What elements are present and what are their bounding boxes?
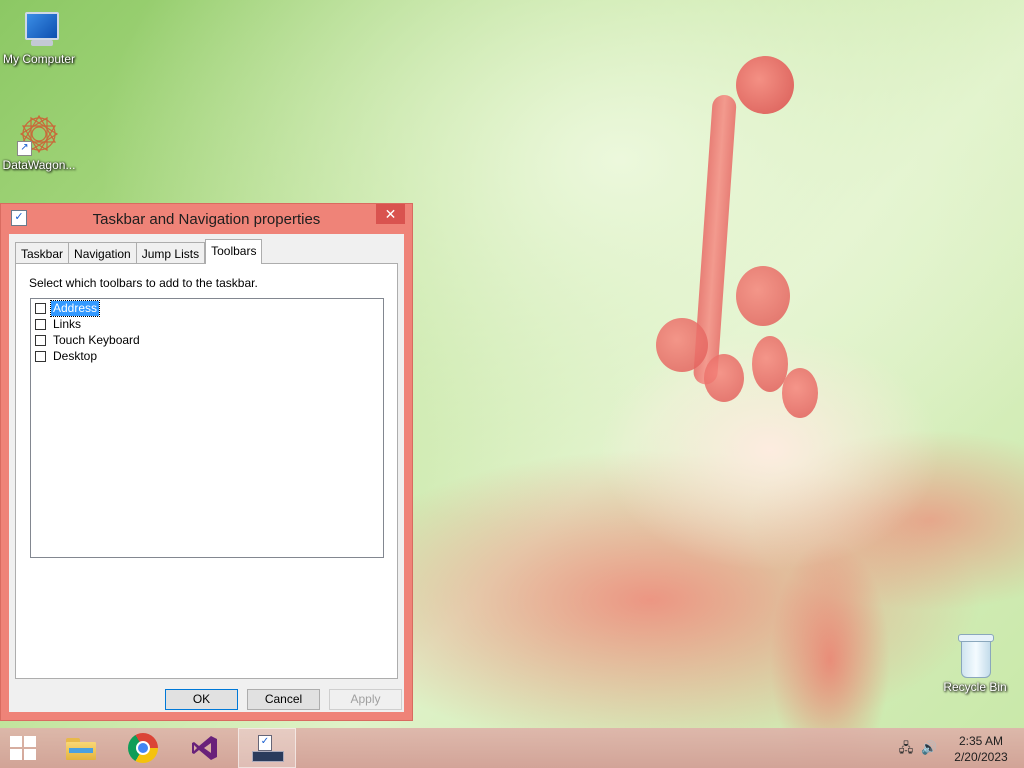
desktop-icon-datawagon[interactable]: ↗ DataWagon... [0,112,78,172]
wallpaper-flower-anther [704,354,744,402]
list-item-label: Desktop [53,348,98,363]
close-button[interactable]: ✕ [376,204,405,224]
toolbar-checkbox-address[interactable] [35,302,46,314]
windows-logo-icon[interactable] [10,736,36,760]
desktop-icon-label: My Computer [2,52,76,66]
shortcut-arrow-icon: ↗ [17,141,32,156]
control-panel-icon: ✓ [252,735,284,762]
dialog-titlebar[interactable]: ✓ Taskbar and Navigation properties ✕ [1,204,412,234]
taskbar-file-explorer[interactable] [52,728,110,768]
desktop-icon-label: DataWagon... [2,158,76,172]
tab-toolbars[interactable]: Toolbars [205,239,263,264]
recycle-bin-icon [955,632,995,678]
list-item-label: Touch Keyboard [53,332,140,347]
list-item[interactable]: Desktop [31,348,383,364]
toolbar-checkbox-touch-keyboard[interactable] [35,334,46,346]
wallpaper-flower-anther [782,368,818,418]
desktop-icon-my-computer[interactable]: My Computer [0,10,78,66]
system-clock[interactable]: 2:35 AM 2/20/2023 [946,733,1016,765]
taskbar-navigation-properties-dialog: ✓ Taskbar and Navigation properties ✕ Ta… [0,203,413,721]
network-icon[interactable]: 🖧 [898,740,914,756]
datawagon-shortcut-icon: ↗ [17,112,61,156]
list-item-label: Links [53,316,82,331]
toolbars-list[interactable]: Address Links Touch Keyboard Desktop [30,298,384,558]
taskbar-control-panel[interactable]: ✓ [238,728,296,768]
wallpaper-flower-anther [656,318,708,372]
tab-navigation[interactable]: Navigation [68,242,137,264]
cancel-button[interactable]: Cancel [247,689,320,710]
chrome-icon [128,733,158,763]
list-item[interactable]: Links [31,316,383,332]
instruction-text: Select which toolbars to add to the task… [29,276,258,290]
taskbar: ✓ 🖧 🔊 2:35 AM 2/20/2023 [0,728,1024,768]
toolbars-tab-panel: Select which toolbars to add to the task… [15,263,398,679]
dialog-title: Taskbar and Navigation properties [92,211,321,228]
ok-button[interactable]: OK [165,689,238,710]
apply-button[interactable]: Apply [329,689,402,710]
list-item-label: Address [49,299,101,317]
tab-taskbar[interactable]: Taskbar [15,242,70,264]
taskbar-chrome[interactable] [114,728,172,768]
visual-studio-icon [192,736,217,760]
wallpaper-flower-anther [736,266,790,326]
list-item[interactable]: Touch Keyboard [31,332,383,348]
wallpaper-flower-stigma [736,56,794,114]
clock-time: 2:35 AM [958,734,1004,748]
list-item[interactable]: Address [31,299,383,317]
taskbar-visual-studio[interactable] [176,728,234,768]
toolbar-checkbox-desktop[interactable] [35,350,46,362]
volume-icon[interactable]: 🔊 [921,740,937,756]
desktop-icon-recycle-bin[interactable]: Recycle Bin [936,632,1014,694]
toolbar-checkbox-links[interactable] [35,318,46,330]
tab-jump-lists[interactable]: Jump Lists [135,242,206,264]
desktop-icon-label: Recycle Bin [943,680,1007,694]
dialog-client-area: Taskbar Navigation Jump Lists Toolbars S… [9,234,404,712]
clock-date: 2/20/2023 [954,750,1008,764]
computer-icon [17,10,61,50]
tab-strip: Taskbar Navigation Jump Lists Toolbars [15,239,263,264]
folder-icon [66,736,96,760]
